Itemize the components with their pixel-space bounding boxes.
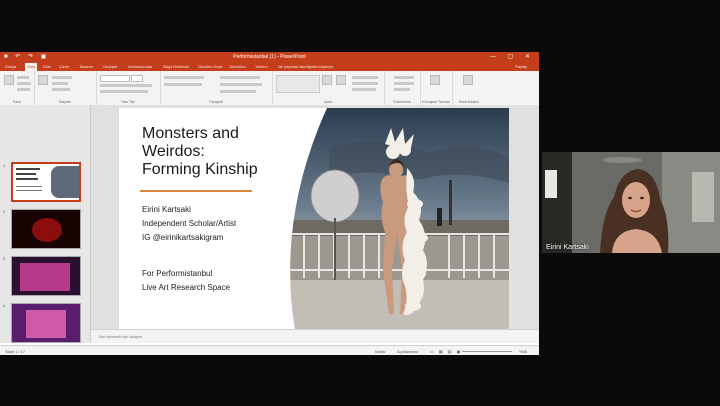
view-buttons[interactable]: ▭ ▦ ▤ ▣ (430, 349, 462, 354)
group-label: Çizim (323, 100, 333, 104)
window-title: Performistanbul (1) - PowerPoint (233, 54, 306, 60)
tab-file[interactable]: Dosya (5, 64, 16, 69)
arrange-icon[interactable] (322, 75, 332, 85)
group-editing: Düzenleme (384, 71, 421, 105)
group-label: Paragraf (209, 100, 223, 104)
tab-home[interactable]: Giriş (25, 63, 38, 71)
author-instagram: IG @eirinikartsakigram (142, 233, 224, 242)
group-clipboard: Pano (0, 71, 35, 105)
tab-slideshow[interactable]: Slayt Gösterisi (163, 64, 189, 69)
author-role: Independent Scholar/Artist (142, 219, 237, 228)
tab-view[interactable]: Görünüm (229, 64, 246, 69)
ribbon: Pano Slaytlar Yazı Tipi Paragraf Çizim D… (0, 71, 539, 106)
participant-name: Eirini Kartsaki (546, 244, 589, 251)
group-label: Düzenleme (393, 100, 411, 104)
group-dictation: Konuşma Tanıma (420, 71, 453, 105)
thumbnail-slide-2[interactable] (11, 209, 81, 249)
group-label: Yazı Tipi (121, 100, 135, 104)
organization-line: For Performistanbul (142, 269, 213, 278)
zoom-slider[interactable] (462, 351, 512, 352)
zoom-level: %56 (519, 349, 528, 354)
tab-insert[interactable]: Ekle (43, 64, 51, 69)
group-drawing: Çizim (272, 71, 385, 105)
group-font: Yazı Tipi (96, 71, 161, 105)
thumbnail-slide-4[interactable] (11, 303, 81, 343)
slide-editor: Monsters and Weirdos: Forming Kinship Ei… (91, 105, 539, 343)
group-slides: Slaytlar (34, 71, 97, 105)
ribbon-tabs: Dosya Giriş Ekle Çizim Tasarım Geçişler … (0, 62, 539, 71)
thumbnail-slide-3[interactable] (11, 256, 81, 296)
paste-icon[interactable] (4, 75, 14, 85)
current-slide[interactable]: Monsters and Weirdos: Forming Kinship Ei… (119, 108, 509, 329)
new-slide-icon[interactable] (38, 75, 48, 85)
notes-placeholder[interactable]: Not eklemek için tıklayın (99, 334, 142, 339)
tab-draw[interactable]: Çizim (59, 64, 69, 69)
share-button[interactable]: Paylaş (515, 64, 527, 69)
participant-video[interactable]: Eirini Kartsaki (542, 152, 720, 253)
status-bar: Slayt 1 / 17 Notlar Açıklamalar ▭ ▦ ▤ ▣ … (0, 345, 539, 355)
author-name: Eirini Kartsaki (142, 205, 191, 214)
group-label: Pano (12, 100, 22, 104)
organization-subline: Live Art Research Space (142, 283, 231, 292)
slide-thumbnail-pane: 1 2 3 4 5 (0, 105, 91, 355)
thumbnail-slide-1[interactable] (11, 162, 81, 202)
group-voice: Sesli Anlatım (452, 71, 486, 105)
voice-icon[interactable] (463, 75, 473, 85)
tab-animations[interactable]: Animasyonlar (128, 64, 152, 69)
tell-me-search[interactable]: Ne yapmak istediğinizi söyleyin (278, 64, 333, 69)
title-underline (140, 190, 252, 192)
slide-counter: Slayt 1 / 17 (5, 349, 26, 354)
tab-transitions[interactable]: Geçişler (103, 64, 118, 69)
tab-design[interactable]: Tasarım (79, 64, 93, 69)
group-label: Sesli Anlatım (458, 100, 480, 104)
quick-styles-icon[interactable] (336, 75, 346, 85)
tab-review[interactable]: Gözden Geçir (198, 64, 223, 69)
slide-title[interactable]: Monsters and Weirdos: Forming Kinship (142, 125, 258, 179)
microphone-icon[interactable] (430, 75, 440, 85)
comments-button[interactable]: Açıklamalar (397, 349, 418, 354)
window-controls[interactable]: — ▢ ✕ (490, 53, 535, 60)
notes-pane[interactable]: Not eklemek için tıklayın (91, 329, 539, 343)
group-label: Konuşma Tanıma (422, 100, 450, 104)
participant-video-feed (542, 152, 720, 253)
slide-photo (290, 108, 509, 329)
group-paragraph: Paragraf (160, 71, 273, 105)
tab-help[interactable]: Yardım (255, 64, 268, 69)
notes-button[interactable]: Notlar (375, 349, 386, 354)
group-label: Slaytlar (59, 100, 71, 104)
title-bar: ■ ↶ ↷ ▣ Performistanbul (1) - PowerPoint… (0, 52, 539, 62)
shared-screen: ■ ↶ ↷ ▣ Performistanbul (1) - PowerPoint… (0, 52, 539, 355)
